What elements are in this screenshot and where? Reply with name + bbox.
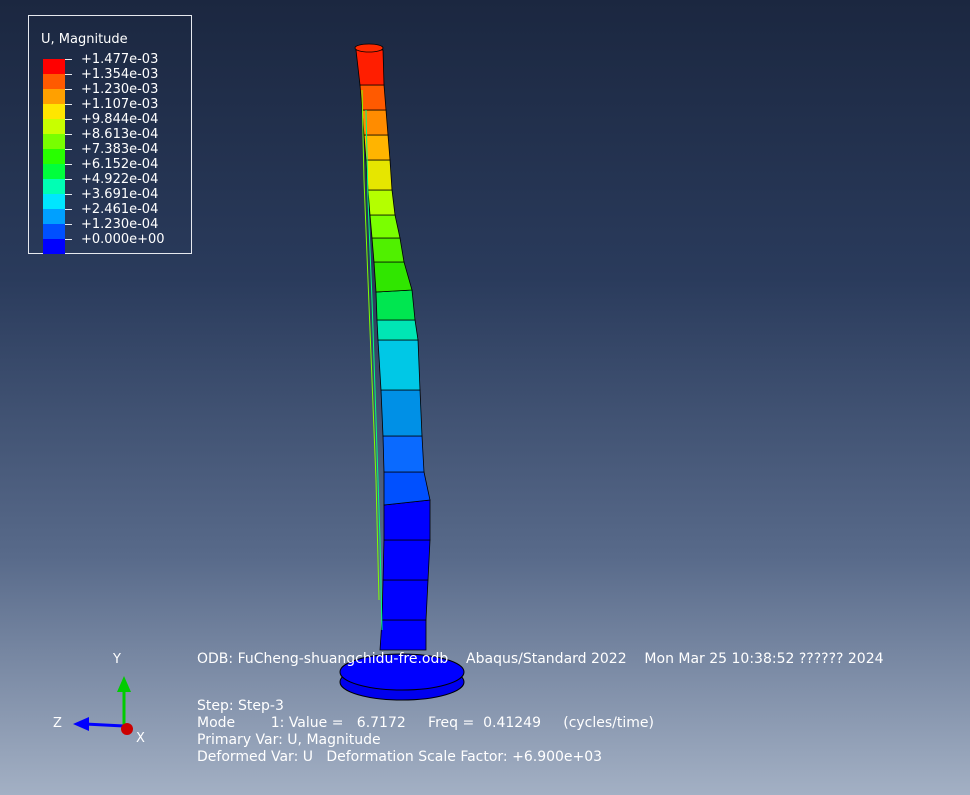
deformed-var-line: Deformed Var: U Deformation Scale Factor… — [197, 749, 603, 765]
legend-tick — [65, 194, 72, 195]
legend-tick — [65, 59, 72, 60]
z-axis-arrow — [73, 717, 89, 731]
legend-value-label: +0.000e+00 — [81, 232, 165, 247]
legend-value-label: +9.844e-04 — [81, 112, 159, 127]
legend-tick — [65, 179, 72, 180]
y-axis-arrow — [117, 676, 131, 692]
legend-tick — [65, 209, 72, 210]
legend-tick — [65, 119, 72, 120]
legend-swatch — [43, 164, 65, 179]
legend-value-label: +1.477e-03 — [81, 52, 159, 67]
legend-swatch — [43, 179, 65, 194]
legend-value-label: +1.230e-04 — [81, 217, 159, 232]
step-line: Step: Step-3 — [197, 698, 284, 714]
legend-value-label: +1.230e-03 — [81, 82, 159, 97]
odb-info-line: ODB: FuCheng-shuangchidu-fre.odb Abaqus/… — [197, 651, 884, 667]
mode-line: Mode 1: Value = 6.7172 Freq = 0.41249 (c… — [197, 715, 654, 731]
legend-value-label: +6.152e-04 — [81, 157, 159, 172]
legend-value-label: +1.107e-03 — [81, 97, 159, 112]
legend-swatch — [43, 209, 65, 224]
legend-value-label: +2.461e-04 — [81, 202, 159, 217]
legend-tick — [65, 149, 72, 150]
column-top — [354, 43, 384, 53]
view-triad: Y Z X — [45, 646, 155, 760]
x-axis-label: X — [136, 731, 145, 746]
legend-swatch — [43, 104, 65, 119]
legend-swatch — [43, 74, 65, 89]
legend-swatch — [43, 194, 65, 209]
legend-title: U, Magnitude — [41, 32, 128, 47]
legend-tick — [65, 89, 72, 90]
legend-swatch — [43, 89, 65, 104]
legend-value-label: +7.383e-04 — [81, 142, 159, 157]
legend-tick — [65, 134, 72, 135]
legend-tick — [65, 164, 72, 165]
legend-tick — [65, 239, 72, 240]
legend-swatch — [43, 134, 65, 149]
legend-swatch — [43, 59, 65, 74]
z-axis-line — [84, 722, 125, 728]
legend-value-label: +4.922e-04 — [81, 172, 159, 187]
legend-tick — [65, 74, 72, 75]
primary-var-line: Primary Var: U, Magnitude — [197, 732, 381, 748]
legend-value-label: +1.354e-03 — [81, 67, 159, 82]
x-axis-dot — [121, 723, 133, 735]
legend-value-label: +3.691e-04 — [81, 187, 159, 202]
legend-swatch — [43, 239, 65, 254]
legend-swatch — [43, 224, 65, 239]
contour-legend: U, Magnitude +1.477e-03 +1.354e-03 +1.230e… — [28, 15, 192, 254]
legend-tick — [65, 104, 72, 105]
legend-swatch — [43, 149, 65, 164]
legend-value-label: +8.613e-04 — [81, 127, 159, 142]
y-axis-label: Y — [113, 652, 121, 667]
z-axis-label: Z — [53, 716, 62, 731]
legend-tick — [65, 224, 72, 225]
legend-swatch — [43, 119, 65, 134]
